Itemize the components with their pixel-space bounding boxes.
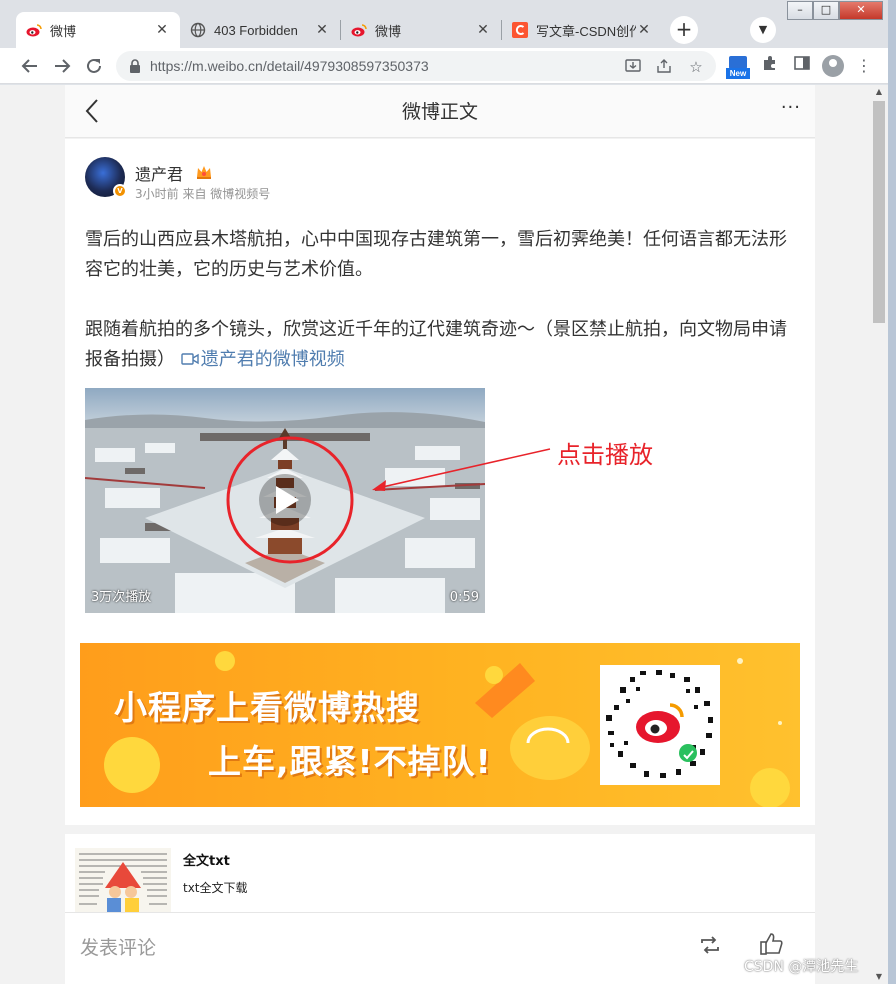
forward-arrow-icon[interactable] bbox=[50, 54, 74, 78]
tab-strip: 微博 ✕ 403 Forbidden ✕ 微博 ✕ 写文章-CSDN创作 ✕ +… bbox=[0, 0, 896, 48]
tab-weibo-2[interactable]: 微博 ✕ bbox=[341, 12, 501, 48]
browser-menu-icon[interactable]: ⋮ bbox=[852, 54, 876, 78]
banner-title: 小程序上看微博热搜 bbox=[114, 688, 420, 727]
comment-input[interactable]: 发表评论 bbox=[80, 933, 156, 960]
back-arrow-icon[interactable] bbox=[18, 54, 42, 78]
tab-close-icon[interactable]: ✕ bbox=[154, 22, 170, 38]
video-play-count: 3万次播放 bbox=[91, 590, 152, 605]
video-camera-icon bbox=[181, 353, 199, 365]
extensions-puzzle-icon[interactable] bbox=[758, 54, 782, 78]
new-extension-icon[interactable]: New bbox=[726, 56, 750, 80]
video-thumbnail bbox=[85, 388, 485, 613]
weibo-icon bbox=[351, 22, 367, 38]
video-source-link[interactable]: 遗产君的微博视频 bbox=[181, 349, 345, 370]
page-title: 微博正文 bbox=[401, 101, 478, 123]
tab-title: 403 Forbidden bbox=[214, 22, 298, 38]
like-thumb-icon[interactable] bbox=[759, 931, 785, 957]
crown-badge-icon bbox=[195, 163, 213, 181]
tab-weibo-active[interactable]: 微博 ✕ bbox=[16, 12, 180, 48]
address-bar[interactable]: https://m.weibo.cn/detail/49793085973503… bbox=[116, 51, 716, 81]
minimize-button[interactable]: – bbox=[787, 1, 813, 20]
weibo-icon bbox=[26, 22, 42, 38]
new-tab-button[interactable]: + bbox=[670, 16, 698, 44]
maximize-button[interactable]: □ bbox=[813, 1, 839, 20]
page-header: 微博正文 ··· bbox=[65, 85, 815, 138]
video-duration: 0:59 bbox=[449, 590, 479, 605]
bookmark-star-icon[interactable]: ☆ bbox=[686, 57, 706, 77]
scroll-down-arrow-icon[interactable]: ▼ bbox=[870, 970, 888, 984]
browser-toolbar: https://m.weibo.cn/detail/49793085973503… bbox=[0, 48, 896, 84]
video-link-text: 遗产君的微博视频 bbox=[200, 349, 345, 370]
url-text[interactable]: https://m.weibo.cn/detail/49793085973503… bbox=[150, 58, 429, 74]
csdn-icon bbox=[512, 22, 528, 38]
tab-title: 微博 bbox=[50, 23, 77, 39]
more-options-icon[interactable]: ··· bbox=[781, 97, 801, 118]
verified-badge-icon: V bbox=[113, 184, 127, 198]
tab-csdn[interactable]: 写文章-CSDN创作 ✕ bbox=[502, 12, 662, 48]
post-action-bar: 发表评论 bbox=[65, 912, 815, 984]
banner-subtitle: 上车,跟紧!不掉队! bbox=[208, 742, 492, 781]
author-avatar[interactable]: V bbox=[85, 157, 127, 198]
post-body: 雪后的山西应县木塔航拍，心中中国现存古建筑第一，雪后初霁绝美！任何语言都无法形容… bbox=[85, 225, 797, 375]
install-app-icon[interactable] bbox=[623, 57, 643, 77]
tab-close-icon[interactable]: ✕ bbox=[314, 22, 330, 38]
side-panel-icon[interactable] bbox=[790, 54, 814, 78]
video-player[interactable]: 3万次播放 0:59 bbox=[85, 388, 485, 613]
tab-title: 写文章-CSDN创作 bbox=[536, 23, 636, 39]
annotation-label: 点击播放 bbox=[557, 441, 653, 469]
page-scrollbar[interactable]: ▲ ▼ bbox=[870, 85, 888, 984]
close-window-button[interactable]: ✕ bbox=[839, 1, 883, 20]
share-icon[interactable] bbox=[654, 57, 674, 77]
new-badge: New bbox=[726, 68, 750, 79]
ad-subtitle: txt全文下载 bbox=[183, 881, 248, 895]
tab-search-chevron-icon[interactable]: ▼ bbox=[750, 17, 776, 43]
post-paragraph: 跟随着航拍的多个镜头，欣赏这近千年的辽代建筑奇迹～（景区禁止航拍，向文物局申请报… bbox=[85, 315, 797, 375]
reload-icon[interactable] bbox=[82, 54, 106, 78]
ad-card[interactable]: 全文txt txt全文下载 bbox=[65, 834, 815, 914]
post-paragraph: 雪后的山西应县木塔航拍，心中中国现存古建筑第一，雪后初霁绝美！任何语言都无法形容… bbox=[85, 229, 787, 280]
globe-icon bbox=[190, 22, 206, 38]
scrollbar-thumb[interactable] bbox=[873, 101, 885, 323]
weibo-qr-code-icon[interactable] bbox=[600, 665, 720, 785]
mini-program-banner[interactable]: 小程序上看微博热搜 上车,跟紧!不掉队! bbox=[80, 643, 800, 807]
scroll-up-arrow-icon[interactable]: ▲ bbox=[870, 85, 888, 99]
ad-thumbnail bbox=[75, 848, 171, 914]
window-border bbox=[888, 0, 896, 984]
profile-avatar-icon[interactable] bbox=[822, 55, 844, 77]
post-meta: 3小时前 来自 微博视频号 bbox=[135, 187, 271, 201]
author-name[interactable]: 遗产君 bbox=[135, 161, 183, 185]
tab-403[interactable]: 403 Forbidden ✕ bbox=[180, 12, 340, 48]
csdn-watermark: CSDN @潭池先生 bbox=[744, 959, 859, 975]
ad-title: 全文txt bbox=[183, 854, 230, 869]
tab-close-icon[interactable]: ✕ bbox=[636, 22, 652, 38]
annotation-arrow bbox=[372, 448, 551, 491]
page-viewport: 微博正文 ··· V 遗产君 3小时前 来自 微博视频号 雪后的山西应县木塔航拍… bbox=[0, 85, 870, 984]
window-controls: – □ ✕ bbox=[787, 1, 883, 21]
tab-title: 微博 bbox=[375, 23, 402, 39]
lock-icon[interactable] bbox=[128, 58, 142, 74]
repost-icon[interactable] bbox=[698, 933, 722, 957]
tab-close-icon[interactable]: ✕ bbox=[475, 22, 491, 38]
